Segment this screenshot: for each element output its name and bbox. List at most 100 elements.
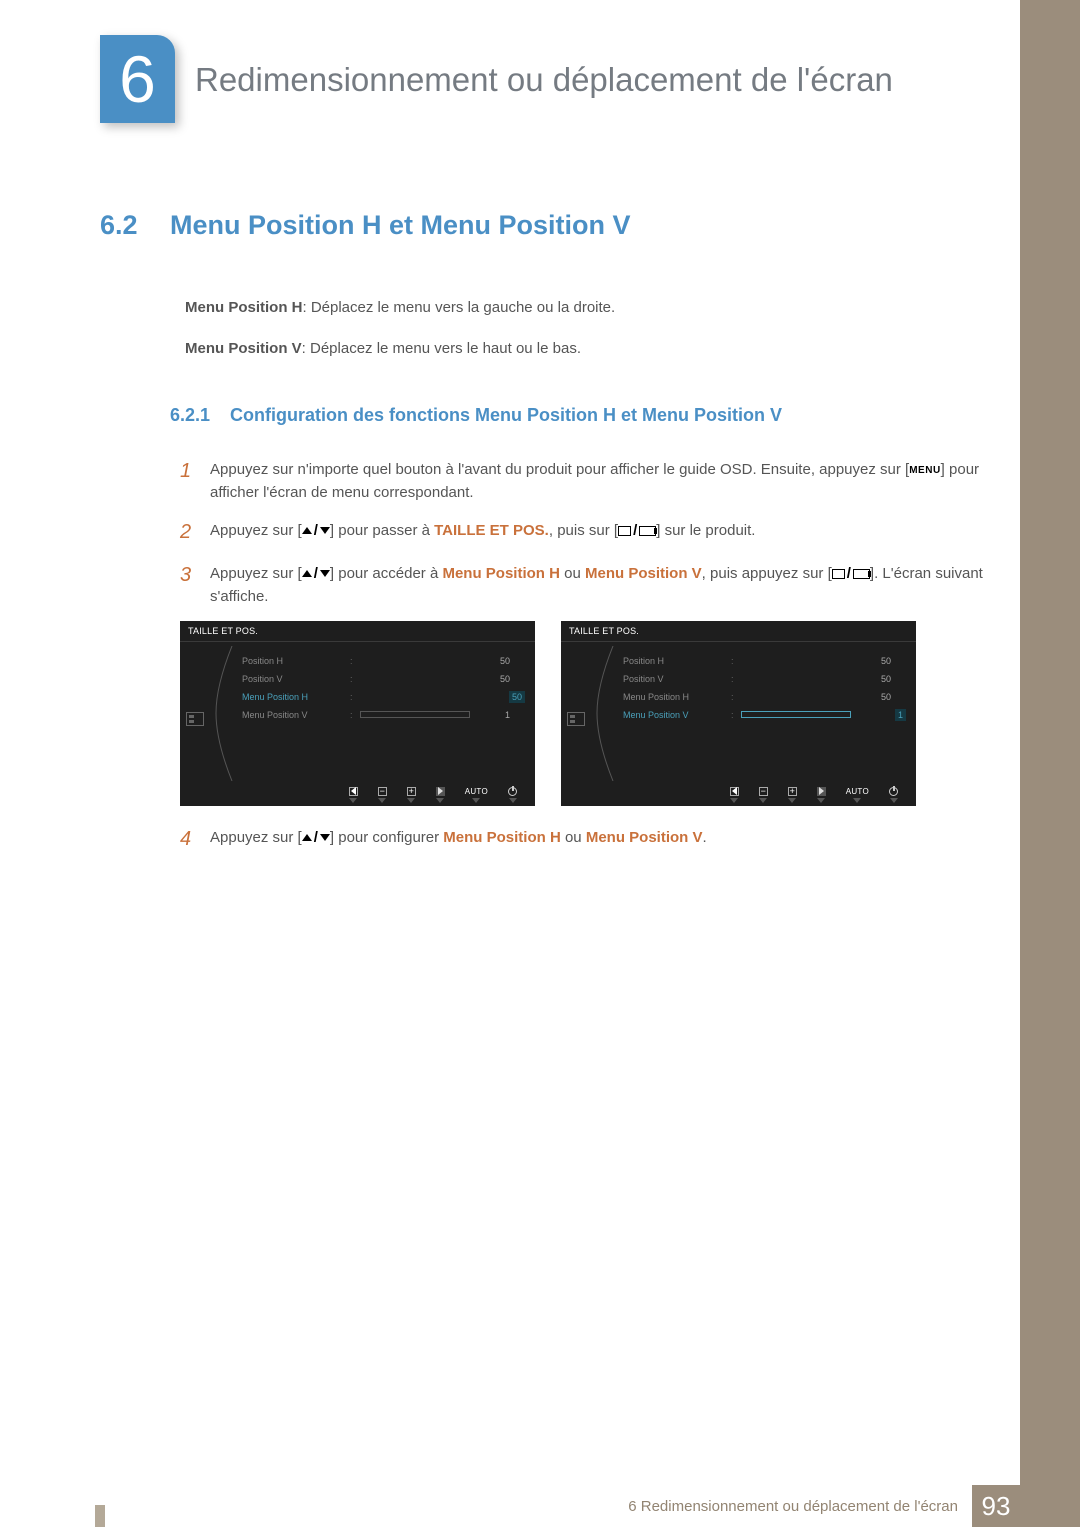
step-4: 4 Appuyez sur [/] pour configurer Menu P…	[180, 824, 1000, 855]
step3-text-c: , puis appuyez sur [	[702, 565, 832, 582]
osd-minus-button: −	[378, 787, 387, 803]
osd-label: Position H	[623, 656, 731, 666]
enter-icon	[639, 526, 656, 536]
osd-next-button	[817, 787, 826, 803]
intro-text: Menu Position H : Déplacez le menu vers l…	[185, 296, 1000, 361]
step3-or: ou	[560, 565, 585, 582]
osd-auto-button: AUTO	[465, 787, 488, 803]
source-icon	[618, 526, 631, 536]
osd-value: 50	[470, 674, 510, 684]
up-arrow-icon	[302, 834, 312, 841]
osd-value-active: 50	[509, 691, 525, 703]
osd-value: 50	[851, 674, 891, 684]
subsection-number: 6.2.1	[170, 405, 230, 426]
osd-value: 50	[851, 692, 891, 702]
osd-value: 50	[851, 656, 891, 666]
osd-back-button	[349, 787, 358, 803]
slash-icon: /	[314, 519, 318, 542]
osd-label: Position H	[242, 656, 350, 666]
section-heading: 6.2Menu Position H et Menu Position V	[100, 210, 1000, 241]
osd-row-position-h: Position H:50	[623, 652, 906, 670]
source-icon	[832, 569, 845, 579]
chapter-number-badge: 6	[100, 35, 175, 123]
steps-list-continued: 4 Appuyez sur [/] pour configurer Menu P…	[180, 824, 1000, 855]
step2-text-c: , puis sur [	[549, 522, 618, 539]
step2-text-d: ] sur le produit.	[656, 522, 755, 539]
osd-row-menu-position-h: Menu Position H:50	[623, 688, 906, 706]
osd-row-menu-position-h: Menu Position H:50	[242, 688, 525, 706]
osd-label: Position V	[242, 674, 350, 684]
step-2: 2 Appuyez sur [/] pour passer à TAILLE E…	[180, 517, 1000, 548]
subsection-heading: 6.2.1Configuration des fonctions Menu Po…	[170, 405, 1000, 426]
osd-power-button	[508, 787, 517, 803]
osd-curve-decoration	[595, 646, 619, 781]
term-menu-v: Menu Position V	[185, 340, 302, 357]
menu-button-chip: MENU	[909, 463, 940, 479]
step3-text-a: Appuyez sur [	[210, 565, 302, 582]
slash-icon: /	[847, 562, 851, 585]
step4-text-c: .	[703, 829, 707, 846]
section-number: 6.2	[100, 210, 170, 241]
osd-footer-buttons: − + AUTO	[180, 784, 535, 806]
up-arrow-icon	[302, 527, 312, 534]
step-number: 2	[180, 517, 210, 548]
osd-label: Menu Position V	[242, 710, 350, 720]
desc-menu-v: : Déplacez le menu vers le haut ou le ba…	[302, 340, 581, 357]
osd-footer-buttons: − + AUTO	[561, 784, 916, 806]
left-margin	[0, 0, 80, 1527]
step4-menu-v: Menu Position V	[586, 829, 703, 846]
osd-plus-button: +	[407, 787, 416, 803]
step4-or: ou	[561, 829, 586, 846]
osd-panels: TAILLE ET POS. Position H:50 Position V:…	[180, 621, 1000, 806]
osd-auto-button: AUTO	[846, 787, 869, 803]
chapter-title: Redimensionnement ou déplacement de l'éc…	[195, 60, 1000, 100]
power-icon	[508, 787, 517, 796]
osd-panel-v: TAILLE ET POS. Position H:50 Position V:…	[561, 621, 916, 806]
step4-menu-h: Menu Position H	[443, 829, 561, 846]
osd-back-button	[730, 787, 739, 803]
osd-label: Position V	[623, 674, 731, 684]
down-arrow-icon	[320, 570, 330, 577]
osd-category-icon	[186, 712, 204, 726]
step-number: 1	[180, 456, 210, 505]
osd-label-active: Menu Position V	[623, 710, 731, 720]
subsection-title: Configuration des fonctions Menu Positio…	[230, 405, 782, 425]
osd-row-menu-position-v: Menu Position V:1	[623, 706, 906, 724]
osd-label-active: Menu Position H	[242, 692, 350, 702]
slash-icon: /	[633, 519, 637, 542]
term-menu-h: Menu Position H	[185, 299, 303, 316]
slash-icon: /	[314, 562, 318, 585]
osd-title: TAILLE ET POS.	[180, 621, 535, 642]
osd-row-position-v: Position V:50	[623, 670, 906, 688]
steps-list: 1 Appuyez sur n'importe quel bouton à l'…	[180, 456, 1000, 608]
step4-text-b: ] pour configurer	[330, 829, 443, 846]
section-title: Menu Position H et Menu Position V	[170, 210, 631, 240]
osd-plus-button: +	[788, 787, 797, 803]
osd-value: 1	[470, 710, 510, 720]
down-arrow-icon	[320, 834, 330, 841]
step3-menu-v: Menu Position V	[585, 565, 702, 582]
step2-target: TAILLE ET POS.	[434, 522, 549, 539]
osd-row-menu-position-v: Menu Position V:1	[242, 706, 525, 724]
page-number-badge: 93	[972, 1485, 1020, 1527]
page-footer: 6 Redimensionnement ou déplacement de l'…	[0, 1485, 1020, 1527]
osd-power-button	[889, 787, 898, 803]
enter-icon	[853, 569, 870, 579]
osd-label: Menu Position H	[623, 692, 731, 702]
power-icon	[889, 787, 898, 796]
osd-value: 50	[470, 656, 510, 666]
step4-text-a: Appuyez sur [	[210, 829, 302, 846]
step-1: 1 Appuyez sur n'importe quel bouton à l'…	[180, 456, 1000, 505]
step2-text-b: ] pour passer à	[330, 522, 434, 539]
down-arrow-icon	[320, 527, 330, 534]
step-number: 3	[180, 560, 210, 609]
step-3: 3 Appuyez sur [ / ] pour accéder à Menu Po…	[180, 560, 1000, 609]
osd-category-icon	[567, 712, 585, 726]
up-arrow-icon	[302, 570, 312, 577]
osd-minus-button: −	[759, 787, 768, 803]
osd-value-active: 1	[895, 709, 906, 721]
osd-title: TAILLE ET POS.	[561, 621, 916, 642]
step3-text-b: ] pour accéder à	[330, 565, 443, 582]
step3-menu-h: Menu Position H	[442, 565, 560, 582]
subsection: 6.2.1Configuration des fonctions Menu Po…	[170, 405, 1000, 426]
